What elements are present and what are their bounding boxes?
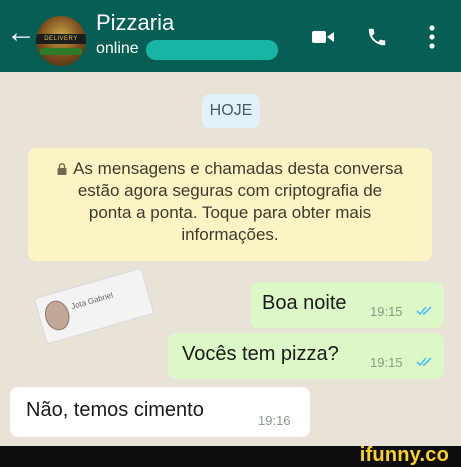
message-time: 19:16 [258,413,291,428]
message-text: Boa noite [262,292,347,314]
notice-text-3: ponta a ponta. Toque para obter mais [88,203,372,222]
watermark: ifunny.co [359,444,449,466]
phone-icon[interactable] [366,26,388,48]
redaction-mark [146,40,278,60]
encryption-notice[interactable]: As mensagens e chamadas desta conversa e… [28,148,432,261]
lock-icon [57,163,67,175]
avatar-logo-stripe [40,48,82,55]
message-text: Não, temos cimento [26,399,204,421]
read-ticks-icon [416,357,432,367]
message-text: Vocês tem pizza? [182,343,339,365]
read-ticks-icon [416,306,432,316]
chat-header: ← DELIVERY Pizzaria online [0,0,461,72]
video-call-icon[interactable] [312,30,334,44]
message-bubble-outgoing[interactable]: Vocês tem pizza? 19:15 [168,333,444,379]
contact-name[interactable]: Pizzaria [96,10,174,36]
avatar[interactable]: DELIVERY [36,16,86,66]
notice-text-1: As mensagens e chamadas desta conversa [73,159,403,178]
contact-status: online [96,40,139,57]
notice-text-4: informações. [181,225,279,244]
back-arrow-icon[interactable]: ← [6,18,36,48]
notice-text-2: estão agora seguras com criptografia de [77,181,383,200]
date-chip: HOJE [202,94,260,128]
message-time: 19:15 [370,304,403,319]
message-bubble-incoming[interactable]: Não, temos cimento 19:16 [10,387,310,437]
avatar-logo-text: DELIVERY [36,34,86,44]
message-time: 19:15 [370,355,403,370]
more-vert-icon[interactable] [428,24,436,50]
notice-line: As mensagens e chamadas desta conversa [40,158,420,180]
message-bubble-outgoing[interactable]: Boa noite 19:15 [250,282,444,328]
